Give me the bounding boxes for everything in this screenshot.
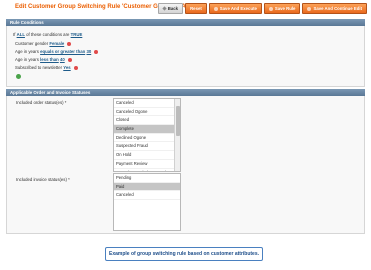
order-status-label: Included order status(es) * <box>16 100 67 105</box>
condition-row: Age in years equals or greater than 30 <box>15 49 99 54</box>
invoice-status-label: Included invoice status(es) * <box>16 177 70 182</box>
save-and-continue-button[interactable]: Save And Continue Edit <box>302 3 367 14</box>
list-option[interactable]: Canceled <box>114 191 180 201</box>
list-option[interactable]: Complete <box>114 125 180 134</box>
condition-row: Customer gender Female <box>15 41 72 46</box>
intro-middle: of these conditions are <box>26 32 70 37</box>
list-option[interactable]: Suspected Fraud <box>114 142 180 152</box>
list-option[interactable]: Closed <box>114 116 180 126</box>
condition-label: Age in years <box>15 57 39 62</box>
list-option[interactable]: Declined Ogone <box>114 134 180 143</box>
invoice-status-multiselect[interactable]: Pending Paid Canceled <box>113 173 181 231</box>
condition-value[interactable]: Yes <box>63 65 70 70</box>
value-select[interactable]: TRUE <box>71 32 83 37</box>
save-rule-label: Save Rule <box>274 6 296 11</box>
toolbar: Back Reset Save And Execute Save Rule Sa… <box>157 3 367 14</box>
rule-conditions-header: Rule Conditions <box>6 19 365 26</box>
back-button-label: Back <box>167 6 179 11</box>
list-option[interactable]: Pending <box>114 174 180 183</box>
save-icon <box>268 6 273 11</box>
condition-label: Subscribed to newsletter <box>15 65 63 70</box>
condition-label: Customer gender <box>15 41 49 46</box>
execute-icon <box>213 6 218 11</box>
list-option[interactable]: On Hold <box>114 151 180 160</box>
order-invoice-panel <box>6 96 365 234</box>
save-rule-button[interactable]: Save Rule <box>263 3 301 14</box>
condition-row: Age in years less than 40 <box>15 57 72 62</box>
list-option[interactable]: Canceled <box>114 99 180 108</box>
save-and-execute-button[interactable]: Save And Execute <box>208 3 262 14</box>
condition-value[interactable]: 30 <box>86 49 91 54</box>
save-and-continue-label: Save And Continue Edit <box>313 6 362 11</box>
save-and-execute-label: Save And Execute <box>219 6 257 11</box>
condition-value[interactable]: Female <box>49 41 64 46</box>
conditions-intro: If ALL of these conditions are TRUE <box>13 32 82 37</box>
aggregator-select[interactable]: ALL <box>17 32 25 37</box>
list-option[interactable]: Canceled Ogone <box>114 108 180 117</box>
reset-button-label: Reset <box>190 6 202 11</box>
order-status-scrollbar[interactable] <box>174 99 180 171</box>
intro-prefix: If <box>13 32 16 37</box>
back-button[interactable]: Back <box>157 3 184 14</box>
scrollbar-thumb[interactable] <box>175 106 180 136</box>
remove-condition-icon[interactable] <box>94 49 99 54</box>
list-option[interactable]: Paid <box>114 182 180 192</box>
add-condition-icon[interactable] <box>16 74 21 79</box>
condition-row: Subscribed to newsletter Yes <box>15 65 78 70</box>
save-continue-icon <box>307 6 312 11</box>
list-option[interactable]: Payment Review <box>114 160 180 169</box>
back-arrow-icon <box>162 6 167 11</box>
remove-condition-icon[interactable] <box>67 41 72 46</box>
condition-value[interactable]: 40 <box>60 57 65 62</box>
list-option[interactable]: PayPal Canceled Reversal <box>114 169 180 172</box>
condition-label: Age in years <box>15 49 39 54</box>
order-status-multiselect[interactable]: Canceled Canceled Ogone Closed Complete Decl… <box>113 98 181 172</box>
order-invoice-header: Applicable Order and Invoice Statuses <box>6 89 365 96</box>
reset-button[interactable]: Reset <box>185 3 207 14</box>
remove-condition-icon[interactable] <box>73 65 78 70</box>
condition-operator[interactable]: equals or greater than <box>40 49 85 54</box>
figure-caption: Example of group switching rule based on… <box>105 247 263 261</box>
condition-operator[interactable]: less than <box>40 57 59 62</box>
remove-condition-icon[interactable] <box>67 57 72 62</box>
